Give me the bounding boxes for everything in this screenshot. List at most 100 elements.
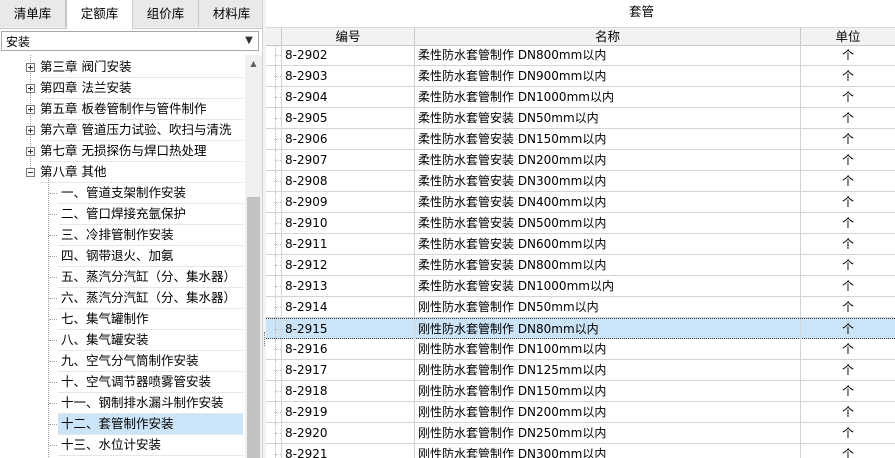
cell-unit[interactable]: 个: [801, 402, 895, 422]
tree-chapter-item[interactable]: 第五章 板卷管制作与管件制作: [40, 99, 206, 119]
cell-code[interactable]: 8-2904: [282, 87, 415, 107]
cell-unit[interactable]: 个: [801, 339, 895, 359]
cell-code[interactable]: 8-2907: [282, 150, 415, 170]
cell-name[interactable]: 柔性防水套管安装 DN150mm以内: [415, 129, 801, 149]
cell-name[interactable]: 柔性防水套管安装 DN50mm以内: [415, 108, 801, 128]
column-header-name[interactable]: 名称: [415, 28, 801, 45]
table-row[interactable]: 8-2919 刚性防水套管制作 DN200mm以内个: [266, 402, 895, 423]
cell-unit[interactable]: 个: [801, 255, 895, 275]
tree-section-item[interactable]: 三、冷排管制作安装: [58, 225, 243, 245]
tree-section-item[interactable]: 十一、钢制排水漏斗制作安装: [58, 393, 243, 413]
tree-section-item[interactable]: 九、空气分气筒制作安装: [58, 351, 243, 371]
cell-unit[interactable]: 个: [801, 108, 895, 128]
cell-name[interactable]: 刚性防水套管制作 DN200mm以内: [415, 402, 801, 422]
tree-expand-icon[interactable]: [26, 147, 35, 156]
table-row[interactable]: 8-2902 柔性防水套管制作 DN800mm以内个: [266, 45, 895, 66]
tab-pricing-library[interactable]: 组价库: [133, 0, 199, 27]
tree-expand-icon[interactable]: [26, 84, 35, 93]
cell-code[interactable]: 8-2911: [282, 234, 415, 254]
cell-code[interactable]: 8-2906: [282, 129, 415, 149]
table-row[interactable]: 8-2920 刚性防水套管制作 DN250mm以内个: [266, 423, 895, 444]
cell-name[interactable]: 柔性防水套管安装 DN1000mm以内: [415, 276, 801, 296]
cell-code[interactable]: 8-2908: [282, 171, 415, 191]
table-row[interactable]: 8-2916 刚性防水套管制作 DN100mm以内个: [266, 339, 895, 360]
cell-name[interactable]: 柔性防水套管安装 DN400mm以内: [415, 192, 801, 212]
table-row[interactable]: 8-2918 刚性防水套管制作 DN150mm以内个: [266, 381, 895, 402]
cell-unit[interactable]: 个: [801, 87, 895, 107]
cell-code[interactable]: 8-2917: [282, 360, 415, 380]
tab-quota-library[interactable]: 定额库: [66, 0, 133, 29]
cell-unit[interactable]: 个: [801, 381, 895, 401]
cell-unit[interactable]: 个: [801, 297, 895, 317]
tree-section-item[interactable]: 八、集气罐安装: [58, 330, 243, 350]
cell-code[interactable]: 8-2920: [282, 423, 415, 443]
cell-code[interactable]: 8-2914: [282, 297, 415, 317]
cell-name[interactable]: 柔性防水套管安装 DN300mm以内: [415, 171, 801, 191]
table-row[interactable]: 8-2907 柔性防水套管安装 DN200mm以内个: [266, 150, 895, 171]
table-row[interactable]: 8-2917 刚性防水套管制作 DN125mm以内个: [266, 360, 895, 381]
table-row[interactable]: 8-2921 刚性防水套管制作 DN300mm以内个: [266, 444, 895, 458]
cell-unit[interactable]: 个: [801, 150, 895, 170]
column-header-unit[interactable]: 单位: [801, 28, 895, 45]
cell-name[interactable]: 柔性防水套管制作 DN800mm以内: [415, 45, 801, 65]
tree-chapter-item[interactable]: 第七章 无损探伤与焊口热处理: [40, 141, 206, 161]
tree-expand-icon[interactable]: [26, 63, 35, 72]
cell-code[interactable]: 8-2902: [282, 45, 415, 65]
cell-code[interactable]: 8-2903: [282, 66, 415, 86]
table-row[interactable]: 8-2904 柔性防水套管制作 DN1000mm以内个: [266, 87, 895, 108]
cell-name[interactable]: 柔性防水套管安装 DN800mm以内: [415, 255, 801, 275]
cell-unit[interactable]: 个: [801, 276, 895, 296]
tree-chapter-item[interactable]: 第八章 其他: [40, 162, 106, 182]
cell-code[interactable]: 8-2915: [282, 319, 415, 339]
chevron-down-icon[interactable]: ▼: [242, 34, 256, 48]
table-row[interactable]: 8-2908 柔性防水套管安装 DN300mm以内个: [266, 171, 895, 192]
table-row[interactable]: 8-2913 柔性防水套管安装 DN1000mm以内个: [266, 276, 895, 297]
tab-material-library[interactable]: 材料库: [199, 0, 265, 27]
tree-collapse-icon[interactable]: [26, 168, 35, 177]
tree-chapter-item[interactable]: 第四章 法兰安装: [40, 78, 131, 98]
cell-unit[interactable]: 个: [801, 66, 895, 86]
table-row[interactable]: 8-2914 刚性防水套管制作 DN50mm以内个: [266, 297, 895, 318]
cell-code[interactable]: 8-2912: [282, 255, 415, 275]
table-row[interactable]: 8-2903 柔性防水套管制作 DN900mm以内个: [266, 66, 895, 87]
table-row[interactable]: 8-2905 柔性防水套管安装 DN50mm以内个: [266, 108, 895, 129]
cell-name[interactable]: 柔性防水套管制作 DN900mm以内: [415, 66, 801, 86]
cell-unit[interactable]: 个: [801, 213, 895, 233]
table-row[interactable]: 8-2910 柔性防水套管安装 DN500mm以内个: [266, 213, 895, 234]
table-row[interactable]: 8-2909 柔性防水套管安装 DN400mm以内个: [266, 192, 895, 213]
cell-code[interactable]: 8-2919: [282, 402, 415, 422]
tab-bill-library[interactable]: 清单库: [0, 0, 66, 27]
cell-name[interactable]: 刚性防水套管制作 DN125mm以内: [415, 360, 801, 380]
search-input[interactable]: 套管: [626, 0, 895, 24]
cell-code[interactable]: 8-2916: [282, 339, 415, 359]
cell-name[interactable]: 刚性防水套管制作 DN300mm以内: [415, 444, 801, 458]
tree-section-item[interactable]: 十二、套管制作安装: [58, 414, 243, 434]
cell-unit[interactable]: 个: [801, 45, 895, 65]
library-dropdown[interactable]: 安装 ▼: [1, 31, 259, 51]
tree-section-item[interactable]: 四、钢带退火、加氨: [58, 246, 243, 266]
cell-unit[interactable]: 个: [801, 423, 895, 443]
tree-section-item[interactable]: 十、空气调节器喷雾管安装: [58, 372, 243, 392]
cell-code[interactable]: 8-2905: [282, 108, 415, 128]
cell-unit[interactable]: 个: [801, 192, 895, 212]
table-row[interactable]: 8-2906 柔性防水套管安装 DN150mm以内个: [266, 129, 895, 150]
cell-name[interactable]: 刚性防水套管制作 DN150mm以内: [415, 381, 801, 401]
table-row[interactable]: 8-2912 柔性防水套管安装 DN800mm以内个: [266, 255, 895, 276]
table-row[interactable]: 8-2911 柔性防水套管安装 DN600mm以内个: [266, 234, 895, 255]
tree-section-item[interactable]: 二、管口焊接充氩保护: [58, 204, 243, 224]
scroll-up-arrow-icon[interactable]: ▲: [245, 55, 262, 72]
tree-section-item[interactable]: 五、蒸汽分汽缸（分、集水器）: [58, 267, 243, 287]
search-input-value[interactable]: 套管: [629, 3, 654, 21]
cell-code[interactable]: 8-2913: [282, 276, 415, 296]
cell-unit[interactable]: 个: [801, 444, 895, 458]
tree-chapter-item[interactable]: 第六章 管道压力试验、吹扫与清洗: [40, 120, 231, 140]
tree-scrollbar[interactable]: ▲: [245, 55, 262, 458]
cell-unit[interactable]: 个: [801, 234, 895, 254]
scrollbar-thumb[interactable]: [247, 197, 260, 458]
cell-name[interactable]: 刚性防水套管制作 DN100mm以内: [415, 339, 801, 359]
table-row[interactable]: 8-2915 刚性防水套管制作 DN80mm以内个: [266, 318, 895, 339]
cell-name[interactable]: 刚性防水套管制作 DN80mm以内: [415, 319, 801, 339]
cell-unit[interactable]: 个: [801, 319, 895, 339]
cell-unit[interactable]: 个: [801, 129, 895, 149]
cell-name[interactable]: 柔性防水套管安装 DN600mm以内: [415, 234, 801, 254]
